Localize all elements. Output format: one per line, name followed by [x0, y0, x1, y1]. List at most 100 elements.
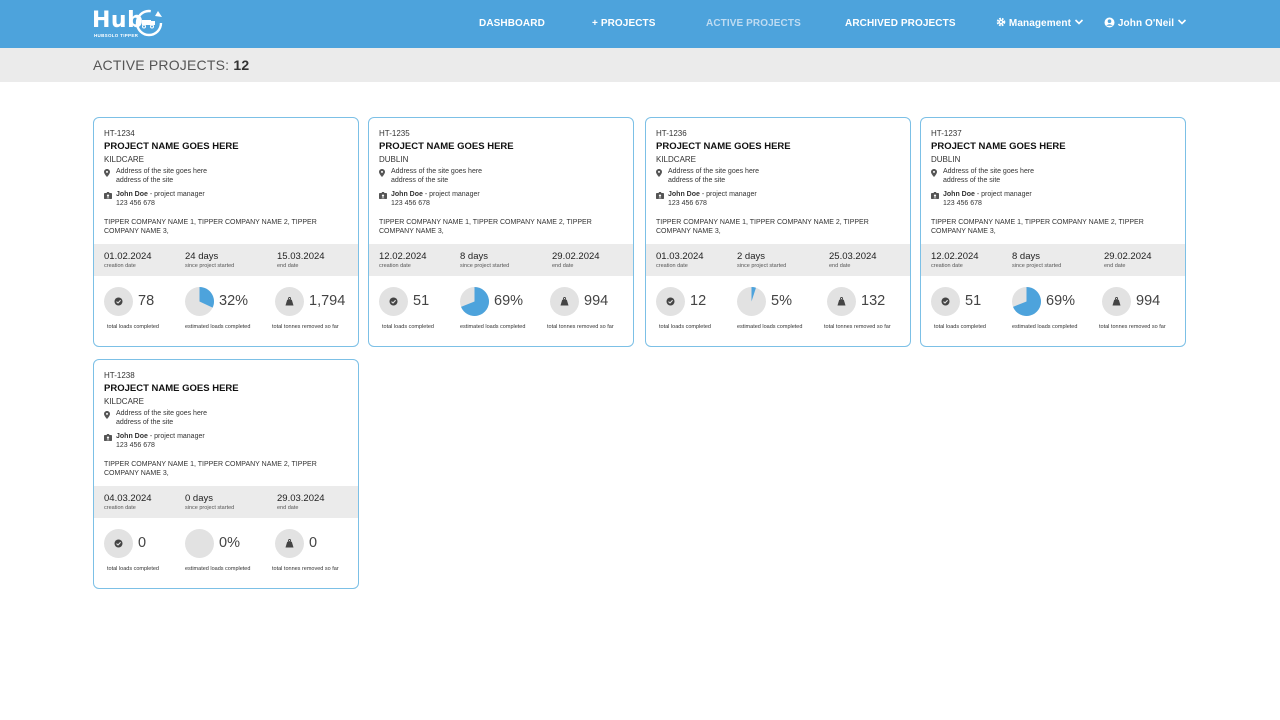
total-loads-value: 78 [138, 293, 155, 309]
manager-phone: 123 456 678 [943, 199, 982, 207]
creation-date-value: 12.02.2024 [379, 251, 427, 262]
days-since-start-label: since project started [1012, 263, 1062, 269]
address-line-1: Address of the site goes here [391, 168, 483, 175]
top-nav-bar: Hub HUBSOLO TIPPER DASHBOARD + PROJECTS … [0, 0, 1280, 48]
project-address: Address of the site goes here address of… [116, 410, 266, 427]
project-name: PROJECT NAME GOES HERE [931, 141, 1066, 152]
project-address: Address of the site goes here address of… [391, 168, 541, 185]
estimated-loads-value: 32% [219, 293, 249, 309]
progress-pie [1012, 287, 1041, 316]
check-circle-icon [666, 297, 675, 306]
id-card-icon [104, 434, 112, 441]
end-date-label: end date [277, 505, 299, 511]
weight-icon [285, 539, 294, 548]
nav-dashboard[interactable]: DASHBOARD [479, 0, 545, 48]
manager-phone: 123 456 678 [668, 199, 707, 207]
project-card[interactable]: HT-1238 PROJECT NAME GOES HERE KILDCARE … [93, 359, 359, 589]
total-loads-value: 12 [690, 293, 707, 309]
manager-role: - project manager [974, 191, 1032, 198]
address-line-1: Address of the site goes here [668, 168, 760, 175]
page-title: ACTIVE PROJECTS: 12 [93, 57, 249, 73]
project-address: Address of the site goes here address of… [116, 168, 266, 185]
creation-date: 04.03.2024 creation date [104, 493, 152, 511]
address-line-1: Address of the site goes here [116, 410, 208, 417]
stat-total-tonnes: 132 total tonnes removed so far [824, 287, 910, 333]
total-loads-value: 0 [138, 535, 147, 551]
total-loads-label: total loads completed [107, 324, 159, 330]
id-card-icon [656, 192, 664, 199]
hub-logo[interactable]: Hub HUBSOLO TIPPER [92, 7, 168, 41]
tipper-companies: TIPPER COMPANY NAME 1, TIPPER COMPANY NA… [656, 219, 869, 235]
days-since-start-value: 24 days [185, 251, 219, 262]
address-line-2: address of the site [668, 176, 726, 184]
user-avatar-icon [1104, 17, 1115, 28]
nav-management-menu[interactable]: Management [996, 0, 1084, 48]
days-since-start-value: 8 days [1012, 251, 1040, 262]
manager-name: John Doe [943, 191, 975, 198]
map-pin-icon [104, 411, 110, 419]
nav-active-projects[interactable]: ACTIVE PROJECTS [706, 0, 801, 48]
weight-icon [837, 297, 846, 306]
manager-role: - project manager [147, 191, 205, 198]
end-date: 29.03.2024 end date [277, 493, 325, 511]
check-circle-icon [389, 297, 398, 306]
total-tonnes-label: total tonnes removed so far [1099, 324, 1166, 330]
project-id: HT-1237 [931, 129, 962, 138]
user-name: John O'Neil [1117, 18, 1175, 29]
end-date-value: 25.03.2024 [829, 251, 877, 262]
project-card[interactable]: HT-1234 PROJECT NAME GOES HERE KILDCARE … [93, 117, 359, 347]
creation-date-label: creation date [656, 263, 688, 269]
total-tonnes-label: total tonnes removed so far [547, 324, 614, 330]
active-projects-count: 12 [233, 57, 250, 73]
nav-archived-projects[interactable]: ARCHIVED PROJECTS [845, 0, 956, 48]
id-card-icon [379, 192, 387, 199]
stat-estimated-loads: 69% estimated loads completed [1012, 287, 1098, 333]
end-date: 29.02.2024 end date [1104, 251, 1152, 269]
stat-total-loads: 12 total loads completed [656, 287, 742, 333]
end-date-label: end date [1104, 263, 1126, 269]
days-since-start-value: 2 days [737, 251, 765, 262]
manager-phone: 123 456 678 [116, 441, 155, 449]
end-date-label: end date [829, 263, 851, 269]
estimated-loads-value: 69% [494, 293, 524, 309]
project-card[interactable]: HT-1237 PROJECT NAME GOES HERE DUBLIN Ad… [920, 117, 1186, 347]
days-since-start-label: since project started [185, 263, 235, 269]
end-date-value: 29.02.2024 [1104, 251, 1152, 262]
project-dates: 01.03.2024 creation date 2 days since pr… [646, 244, 910, 276]
map-pin-icon [104, 169, 110, 177]
progress-pie [737, 287, 766, 316]
total-tonnes-value: 994 [584, 293, 609, 309]
check-circle-icon [114, 297, 123, 306]
creation-date-value: 04.03.2024 [104, 493, 152, 504]
project-city: DUBLIN [931, 155, 961, 164]
truck-logo-icon [135, 9, 163, 37]
project-id: HT-1234 [104, 129, 135, 138]
end-date-label: end date [277, 263, 299, 269]
total-loads-label: total loads completed [659, 324, 711, 330]
address-line-1: Address of the site goes here [116, 168, 208, 175]
address-line-2: address of the site [116, 418, 174, 426]
creation-date: 01.03.2024 creation date [656, 251, 704, 269]
total-tonnes-value: 1,794 [309, 293, 346, 309]
total-tonnes-label: total tonnes removed so far [272, 566, 339, 572]
nav-projects[interactable]: + PROJECTS [592, 0, 656, 48]
total-tonnes-value: 0 [309, 535, 318, 551]
manager-name: John Doe [116, 433, 148, 440]
creation-date-label: creation date [931, 263, 963, 269]
weight-icon [285, 297, 294, 306]
project-dates: 04.03.2024 creation date 0 days since pr… [94, 486, 358, 518]
project-address: Address of the site goes here address of… [943, 168, 1093, 185]
nav-user-menu[interactable]: John O'Neil [1104, 0, 1187, 48]
manager-name: John Doe [391, 191, 423, 198]
tipper-companies: TIPPER COMPANY NAME 1, TIPPER COMPANY NA… [104, 219, 317, 235]
progress-pie [185, 287, 214, 316]
project-card[interactable]: HT-1235 PROJECT NAME GOES HERE DUBLIN Ad… [368, 117, 634, 347]
manager-name: John Doe [668, 191, 700, 198]
project-card[interactable]: HT-1236 PROJECT NAME GOES HERE KILDCARE … [645, 117, 911, 347]
chevron-down-icon [1074, 19, 1083, 25]
id-card-icon [104, 192, 112, 199]
days-since-start-label: since project started [737, 263, 787, 269]
project-dates: 01.02.2024 creation date 24 days since p… [94, 244, 358, 276]
page-title-text: ACTIVE PROJECTS: [93, 57, 230, 73]
pie-background [185, 529, 214, 558]
